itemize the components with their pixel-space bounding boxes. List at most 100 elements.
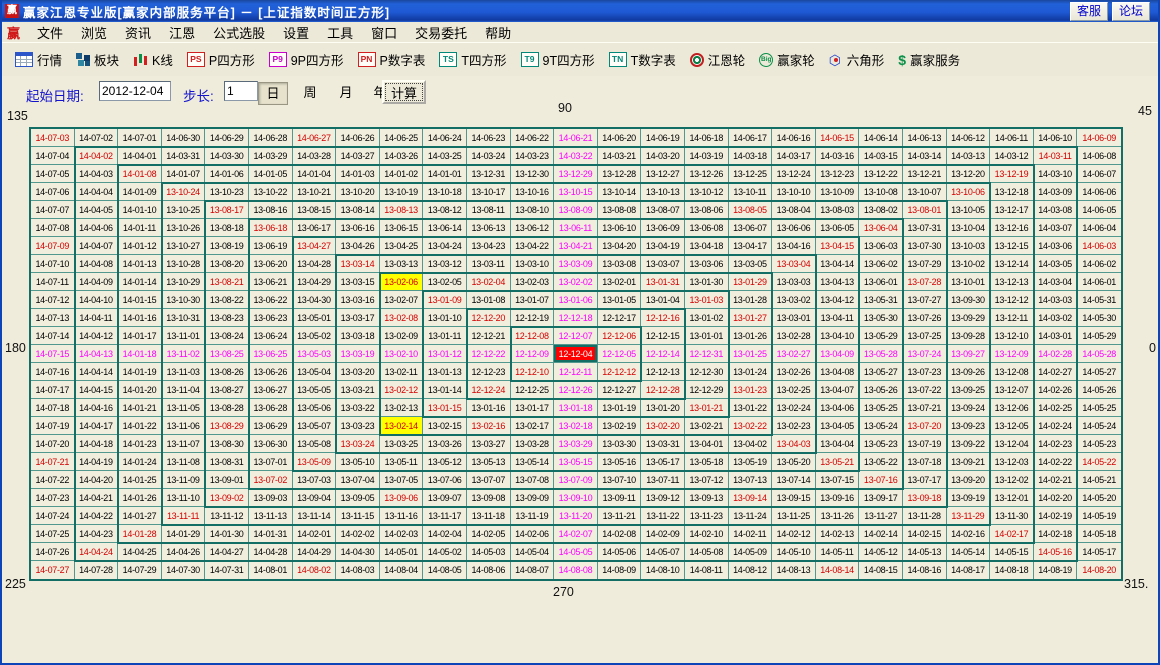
grid-cell[interactable]: 13-04-07	[816, 381, 860, 399]
grid-cell[interactable]: 13-01-05	[598, 291, 642, 309]
grid-cell[interactable]: 13-11-30	[990, 507, 1034, 525]
grid-cell[interactable]: 14-04-14	[75, 363, 119, 381]
grid-cell[interactable]: 14-01-22	[118, 417, 162, 435]
grid-cell[interactable]: 14-05-21	[1077, 471, 1121, 489]
grid-cell[interactable]: 13-07-23	[903, 363, 947, 381]
grid-cell[interactable]: 14-07-31	[205, 561, 249, 579]
grid-cell[interactable]: 13-04-09	[816, 345, 860, 363]
grid-cell[interactable]: 14-04-26	[162, 543, 206, 561]
grid-cell[interactable]: 13-06-16	[336, 219, 380, 237]
grid-cell[interactable]: 12-12-26	[554, 381, 598, 399]
grid-cell[interactable]: 14-03-21	[598, 147, 642, 165]
grid-cell[interactable]: 13-11-11	[162, 507, 206, 525]
grid-cell[interactable]: 13-05-12	[423, 453, 467, 471]
grid-cell[interactable]: 13-04-26	[336, 237, 380, 255]
grid-cell[interactable]: 13-06-30	[249, 435, 293, 453]
grid-cell[interactable]: 13-08-23	[205, 309, 249, 327]
grid-cell[interactable]: 12-12-18	[554, 309, 598, 327]
grid-cell[interactable]: 13-08-25	[205, 345, 249, 363]
grid-cell[interactable]: 13-03-24	[336, 435, 380, 453]
grid-cell[interactable]: 14-03-05	[1034, 255, 1078, 273]
grid-cell[interactable]: 13-02-03	[511, 273, 555, 291]
grid-cell[interactable]: 13-04-11	[816, 309, 860, 327]
grid-cell[interactable]: 13-07-13	[729, 471, 773, 489]
grid-cell[interactable]: 12-12-17	[598, 309, 642, 327]
grid-cell[interactable]: 13-08-04	[772, 201, 816, 219]
grid-cell[interactable]: 14-04-12	[75, 327, 119, 345]
toolbar-button-板块[interactable]: 板块	[69, 48, 126, 71]
toolbar-button-江恩轮[interactable]: 江恩轮	[683, 48, 753, 71]
grid-cell[interactable]: 13-06-25	[249, 345, 293, 363]
grid-cell[interactable]: 13-08-08	[598, 201, 642, 219]
grid-cell[interactable]: 14-05-01	[380, 543, 424, 561]
grid-cell[interactable]: 13-02-04	[467, 273, 511, 291]
grid-cell[interactable]: 14-07-23	[31, 489, 75, 507]
grid-cell[interactable]: 12-12-31	[685, 345, 729, 363]
grid-cell[interactable]: 14-01-10	[118, 201, 162, 219]
grid-cell[interactable]: 13-07-25	[903, 327, 947, 345]
grid-cell[interactable]: 13-04-28	[293, 255, 337, 273]
grid-cell[interactable]: 13-04-17	[729, 237, 773, 255]
grid-cell[interactable]: 13-09-25	[947, 381, 991, 399]
grid-cell[interactable]: 13-08-13	[380, 201, 424, 219]
grid-cell[interactable]: 14-03-06	[1034, 237, 1078, 255]
grid-cell[interactable]: 14-03-26	[380, 147, 424, 165]
grid-cell[interactable]: 13-08-12	[423, 201, 467, 219]
grid-cell[interactable]: 14-01-19	[118, 363, 162, 381]
grid-cell[interactable]: 13-07-18	[903, 453, 947, 471]
grid-cell[interactable]: 14-07-03	[31, 129, 75, 147]
grid-cell[interactable]: 13-06-04	[859, 219, 903, 237]
grid-cell[interactable]: 13-12-01	[990, 489, 1034, 507]
grid-cell[interactable]: 13-02-20	[641, 417, 685, 435]
grid-cell[interactable]: 13-02-24	[772, 399, 816, 417]
grid-cell[interactable]: 14-07-10	[31, 255, 75, 273]
grid-cell[interactable]: 14-07-13	[31, 309, 75, 327]
grid-cell[interactable]: 13-09-12	[641, 489, 685, 507]
grid-cell[interactable]: 13-09-14	[729, 489, 773, 507]
grid-cell[interactable]: 13-07-27	[903, 291, 947, 309]
menu-item-江恩[interactable]: 江恩	[160, 23, 204, 42]
grid-cell[interactable]: 14-01-03	[336, 165, 380, 183]
grid-cell[interactable]: 14-06-12	[947, 129, 991, 147]
grid-cell[interactable]: 14-06-15	[816, 129, 860, 147]
grid-cell[interactable]: 14-05-18	[1077, 525, 1121, 543]
grid-cell[interactable]: 14-04-25	[118, 543, 162, 561]
grid-cell[interactable]: 13-09-21	[947, 453, 991, 471]
grid-cell[interactable]: 13-09-22	[947, 435, 991, 453]
grid-cell[interactable]: 13-05-11	[380, 453, 424, 471]
grid-cell[interactable]: 14-06-20	[598, 129, 642, 147]
grid-cell[interactable]: 13-04-10	[816, 327, 860, 345]
step-input[interactable]	[224, 81, 258, 101]
grid-cell[interactable]: 14-07-04	[31, 147, 75, 165]
grid-cell[interactable]: 13-06-22	[249, 291, 293, 309]
grid-cell[interactable]: 13-12-04	[990, 435, 1034, 453]
grid-cell[interactable]: 14-08-08	[554, 561, 598, 579]
grid-cell[interactable]: 13-05-14	[511, 453, 555, 471]
grid-cell[interactable]: 13-05-06	[293, 399, 337, 417]
grid-cell[interactable]: 14-05-13	[903, 543, 947, 561]
grid-cell[interactable]: 14-01-12	[118, 237, 162, 255]
grid-cell[interactable]: 13-01-18	[554, 399, 598, 417]
grid-cell[interactable]: 13-03-22	[336, 399, 380, 417]
grid-cell[interactable]: 14-08-02	[293, 561, 337, 579]
grid-cell[interactable]: 14-02-05	[467, 525, 511, 543]
grid-cell[interactable]: 13-07-28	[903, 273, 947, 291]
grid-cell[interactable]: 13-05-29	[859, 327, 903, 345]
grid-cell[interactable]: 13-12-09	[990, 345, 1034, 363]
grid-cell[interactable]: 14-04-24	[75, 543, 119, 561]
grid-cell[interactable]: 13-03-27	[467, 435, 511, 453]
grid-cell[interactable]: 13-10-26	[162, 219, 206, 237]
grid-cell[interactable]: 13-05-07	[293, 417, 337, 435]
grid-cell[interactable]: 13-05-17	[641, 453, 685, 471]
grid-cell[interactable]: 13-03-10	[511, 255, 555, 273]
grid-cell[interactable]: 14-02-27	[1034, 363, 1078, 381]
grid-cell[interactable]: 13-09-09	[511, 489, 555, 507]
grid-cell[interactable]: 14-03-04	[1034, 273, 1078, 291]
grid-cell[interactable]: 13-05-03	[293, 345, 337, 363]
grid-cell[interactable]: 14-05-23	[1077, 435, 1121, 453]
grid-cell[interactable]: 13-03-15	[336, 273, 380, 291]
grid-cell[interactable]: 13-12-02	[990, 471, 1034, 489]
grid-cell[interactable]: 13-01-31	[641, 273, 685, 291]
grid-cell[interactable]: 13-01-14	[423, 381, 467, 399]
grid-cell[interactable]: 13-07-06	[423, 471, 467, 489]
